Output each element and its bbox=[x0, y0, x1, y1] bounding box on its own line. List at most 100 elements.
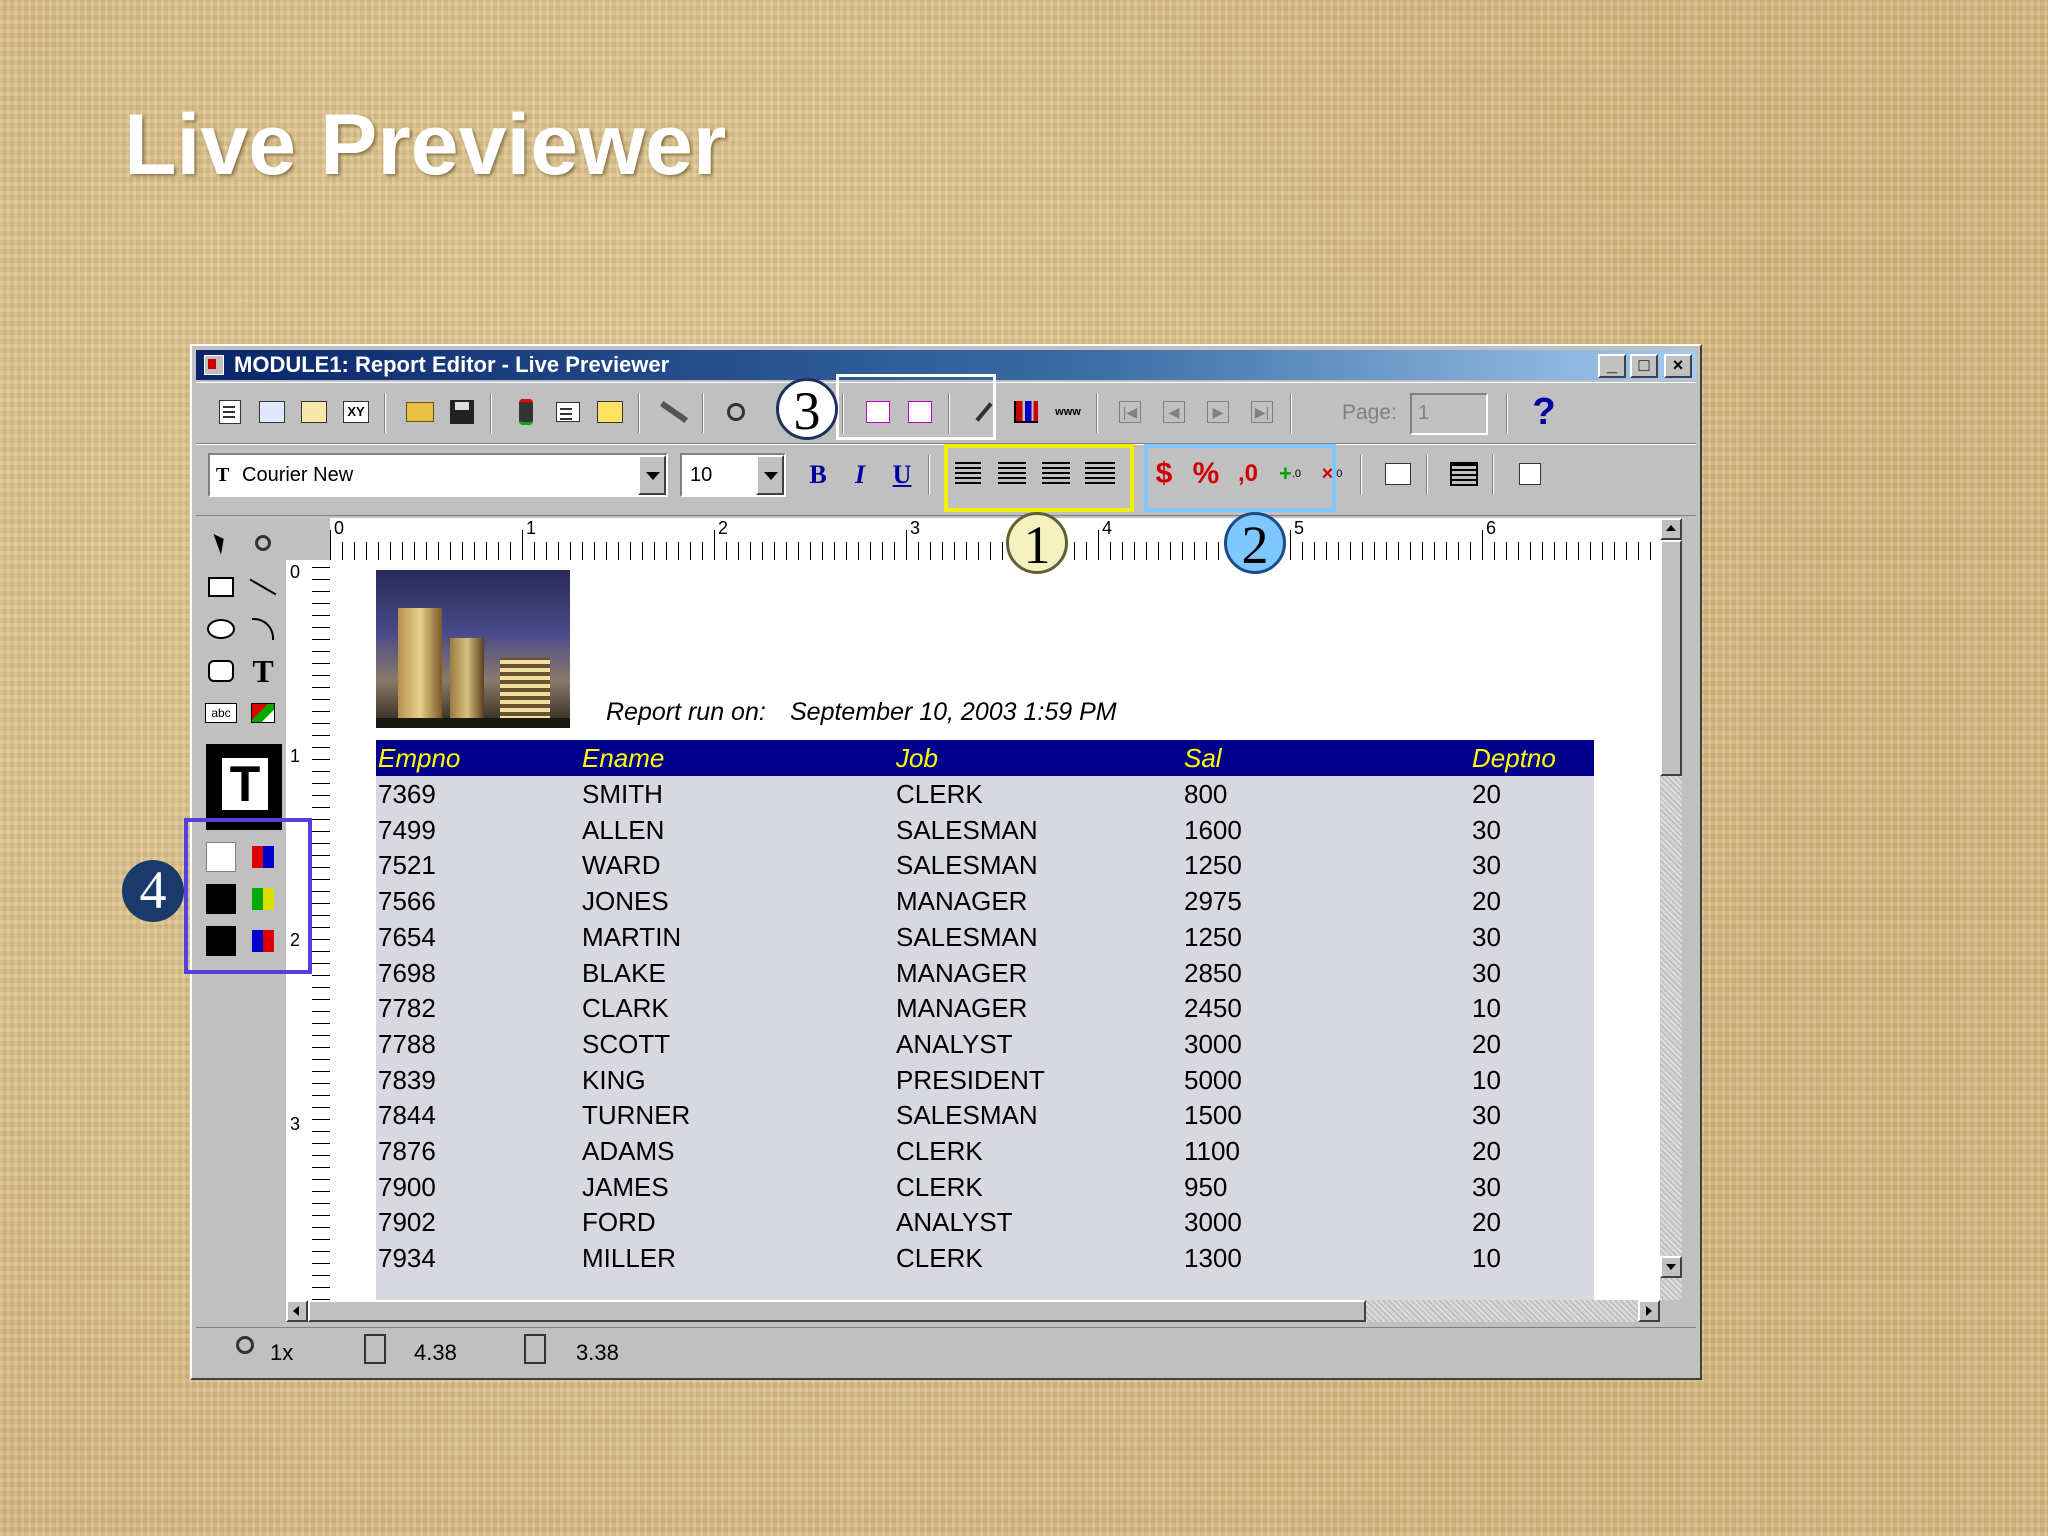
column-header-deptno[interactable]: Deptno bbox=[1472, 740, 1556, 776]
report-run-label: Report run on: bbox=[606, 698, 766, 726]
data-model-icon[interactable] bbox=[212, 395, 248, 429]
zoom-magnifier-icon[interactable] bbox=[718, 395, 754, 429]
cell-sal: 800 bbox=[1184, 779, 1228, 809]
image-tool-icon[interactable] bbox=[244, 694, 282, 732]
cell-sal: 1600 bbox=[1184, 814, 1242, 845]
cell-empno: 7902 bbox=[378, 1207, 436, 1238]
cell-ename: MARTIN bbox=[582, 921, 682, 952]
frame-select-icon[interactable] bbox=[1380, 457, 1416, 491]
table-row[interactable]: 7499 ALLEN SALESMAN 1600 30 bbox=[376, 812, 1594, 848]
table-row[interactable]: 7839 KING PRESIDENT 5000 10 bbox=[376, 1062, 1594, 1098]
report-image[interactable] bbox=[376, 570, 570, 728]
bring-to-front-icon[interactable] bbox=[1512, 457, 1548, 491]
paper-layout-icon[interactable] bbox=[254, 395, 290, 429]
xy-icon[interactable]: XY bbox=[338, 395, 374, 429]
vertical-scrollbar[interactable] bbox=[1660, 518, 1682, 1300]
previous-page-icon[interactable]: ◀ bbox=[1156, 395, 1192, 429]
table-row[interactable]: 7900 JAMES CLERK 950 30 bbox=[376, 1169, 1594, 1205]
font-size-combo[interactable]: 10 bbox=[680, 453, 786, 497]
cell-sal: 1100 bbox=[1184, 1136, 1240, 1166]
first-page-icon[interactable]: |◀ bbox=[1112, 395, 1148, 429]
cell-job: SALESMAN bbox=[896, 850, 1038, 881]
page-number-field[interactable]: 1 bbox=[1410, 393, 1488, 435]
table-row[interactable]: 7844 TURNER SALESMAN 1500 30 bbox=[376, 1097, 1594, 1133]
column-header-sal[interactable]: Sal bbox=[1184, 740, 1222, 776]
scroll-left-arrow[interactable] bbox=[286, 1300, 308, 1322]
web-link-icon[interactable]: www bbox=[1050, 395, 1086, 429]
table-row[interactable]: 7369 SMITH CLERK 800 20 bbox=[376, 776, 1594, 812]
chart-wizard-icon[interactable] bbox=[1008, 395, 1044, 429]
table-row[interactable]: 7788 SCOTT ANALYST 3000 20 bbox=[376, 1026, 1594, 1062]
table-row[interactable]: 7654 MARTIN SALESMAN 1250 30 bbox=[376, 919, 1594, 955]
maximize-button[interactable]: □ bbox=[1630, 354, 1658, 378]
table-row[interactable]: 7934 MILLER CLERK 1300 10 bbox=[376, 1240, 1594, 1276]
cell-empno: 7900 bbox=[378, 1171, 436, 1202]
print-icon[interactable] bbox=[550, 395, 586, 429]
column-header-job[interactable]: Job bbox=[896, 740, 938, 776]
table-row[interactable]: 7566 JONES MANAGER 2975 20 bbox=[376, 883, 1594, 919]
report-table-body: 7369 SMITH CLERK 800 20 7499 ALLEN SALESMAN 1600… bbox=[376, 776, 1594, 1300]
table-row[interactable]: 7902 FORD ANALYST 3000 20 bbox=[376, 1204, 1594, 1240]
scroll-right-arrow[interactable] bbox=[1638, 1300, 1660, 1322]
run-traffic-light-icon[interactable] bbox=[508, 395, 544, 429]
font-name-combo[interactable]: T Courier New bbox=[208, 453, 668, 497]
rounded-rectangle-tool-icon[interactable] bbox=[202, 652, 240, 690]
cell-sal: 950 bbox=[1184, 1171, 1228, 1202]
help-icon[interactable]: ? bbox=[1526, 391, 1562, 433]
magnify-tool-icon[interactable] bbox=[244, 524, 282, 562]
slide-title: Live Previewer bbox=[124, 97, 727, 193]
ruler-label: 3 bbox=[910, 518, 921, 538]
zoom-icon bbox=[236, 1336, 254, 1354]
cell-deptno: 30 bbox=[1472, 1171, 1501, 1202]
line-tool-icon[interactable] bbox=[244, 568, 282, 606]
column-header-empno[interactable]: Empno bbox=[378, 740, 460, 776]
cell-ename: SCOTT bbox=[582, 1028, 671, 1059]
horizontal-scrollbar[interactable] bbox=[286, 1300, 1660, 1322]
cell-deptno: 10 bbox=[1472, 1243, 1501, 1274]
rectangle-tool-icon[interactable] bbox=[202, 568, 240, 606]
vertical-scroll-thumb[interactable] bbox=[1660, 540, 1682, 776]
select-arrow-icon[interactable] bbox=[202, 524, 240, 562]
scroll-down-arrow[interactable] bbox=[1660, 1256, 1682, 1278]
last-page-icon[interactable]: ▶| bbox=[1244, 395, 1280, 429]
cell-ename: SMITH bbox=[582, 779, 663, 809]
scroll-up-arrow[interactable] bbox=[1660, 518, 1682, 540]
table-row[interactable]: 7876 ADAMS CLERK 1100 20 bbox=[376, 1133, 1594, 1169]
next-page-icon[interactable]: ▶ bbox=[1200, 395, 1236, 429]
report-page: Report run on: September 10, 2003 1:59 P… bbox=[330, 560, 1660, 1300]
cell-empno: 7521 bbox=[378, 850, 436, 881]
pen-tool-icon[interactable] bbox=[656, 395, 692, 429]
bold-button[interactable]: B bbox=[800, 457, 836, 493]
highlight-insert-group bbox=[836, 374, 996, 440]
window-title: MODULE1: Report Editor - Live Previewer bbox=[234, 352, 670, 377]
field-tool-icon[interactable]: abc bbox=[202, 694, 240, 732]
underline-button[interactable]: U bbox=[884, 457, 920, 493]
mail-icon[interactable] bbox=[592, 395, 628, 429]
cell-empno: 7934 bbox=[378, 1243, 436, 1274]
table-row[interactable]: 7521 WARD SALESMAN 1250 30 bbox=[376, 847, 1594, 883]
cell-job: SALESMAN bbox=[896, 1100, 1038, 1131]
column-header-ename[interactable]: Ename bbox=[582, 740, 664, 776]
cell-empno: 7499 bbox=[378, 814, 436, 845]
text-tool-icon[interactable]: T bbox=[244, 652, 282, 690]
horizontal-scroll-thumb[interactable] bbox=[308, 1300, 1366, 1322]
cell-job: CLERK bbox=[896, 1243, 983, 1274]
table-row[interactable]: 7698 BLAKE MANAGER 2850 30 bbox=[376, 955, 1594, 991]
grid-table-icon[interactable] bbox=[1446, 457, 1482, 491]
minimize-button[interactable]: _ bbox=[1598, 354, 1626, 378]
open-folder-icon[interactable] bbox=[402, 395, 438, 429]
paper-design-icon[interactable] bbox=[296, 395, 332, 429]
font-name-dropdown-icon[interactable] bbox=[638, 455, 666, 495]
ellipse-tool-icon[interactable] bbox=[202, 610, 240, 648]
arc-tool-icon[interactable] bbox=[244, 610, 282, 648]
table-row[interactable]: 7782 CLARK MANAGER 2450 10 bbox=[376, 990, 1594, 1026]
close-button[interactable]: × bbox=[1664, 354, 1692, 378]
ruler-label: 1 bbox=[526, 518, 537, 538]
font-size-dropdown-icon[interactable] bbox=[756, 455, 784, 495]
save-disk-icon[interactable] bbox=[444, 395, 480, 429]
cell-ename: MILLER bbox=[582, 1243, 676, 1274]
italic-button[interactable]: I bbox=[842, 457, 878, 493]
cell-sal: 3000 bbox=[1184, 1207, 1242, 1238]
cell-empno: 7876 bbox=[378, 1136, 436, 1166]
cell-sal: 2975 bbox=[1184, 886, 1242, 917]
